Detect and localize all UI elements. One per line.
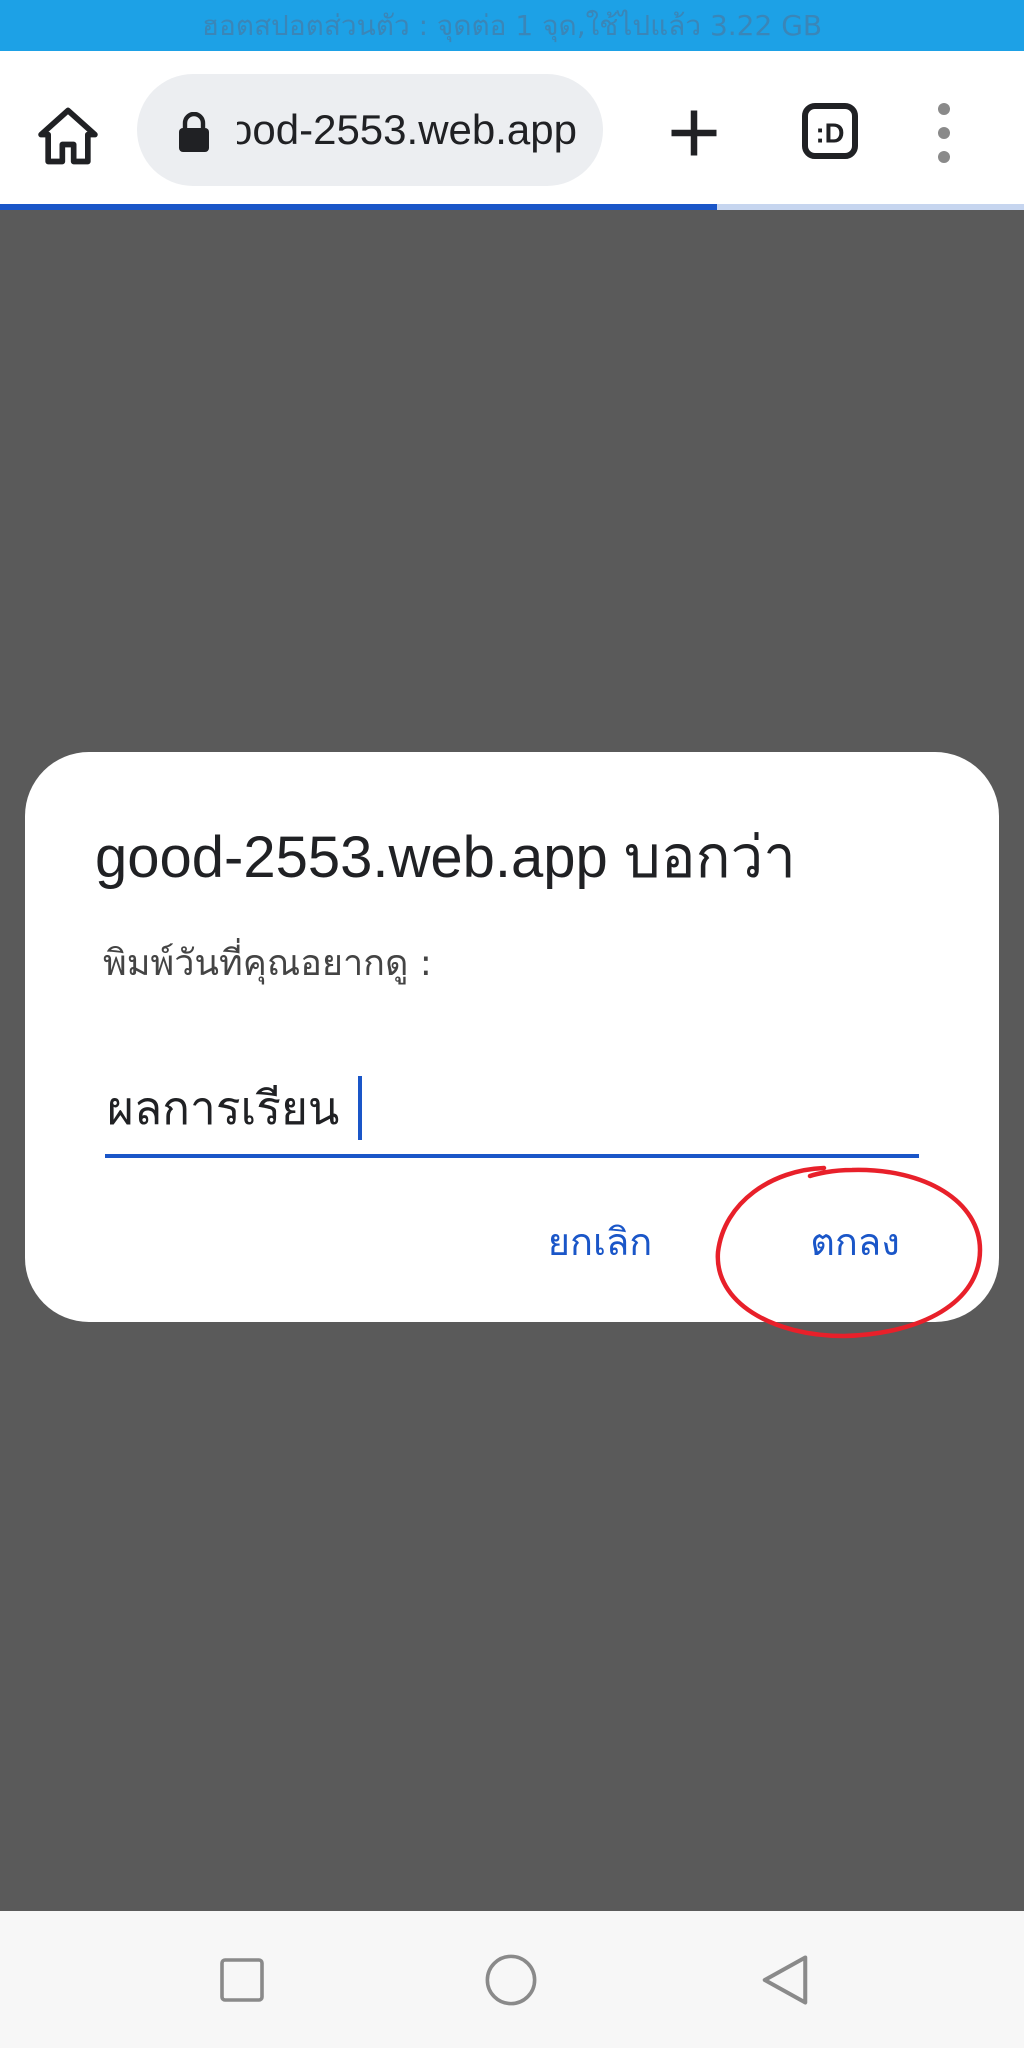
hotspot-status-bar: ฮอตสปอตส่วนตัว : จุดต่อ 1 จุด,ใช้ไปแล้ว …: [0, 0, 1024, 51]
plus-icon[interactable]: [664, 103, 724, 163]
page-load-progress: [0, 204, 1024, 210]
more-vert-icon[interactable]: [924, 101, 964, 165]
browser-toolbar: good-2553.web.app :D: [0, 51, 1024, 210]
page-load-progress-fill: [0, 204, 717, 210]
lock-icon: [179, 112, 209, 152]
back-icon[interactable]: [760, 1953, 810, 2007]
prompt-input[interactable]: [105, 1062, 919, 1158]
cancel-button[interactable]: ยกเลิก: [495, 1202, 705, 1282]
url-text[interactable]: good-2553.web.app: [237, 74, 577, 186]
recent-apps-icon[interactable]: [218, 1956, 266, 2004]
dialog-message: พิมพ์วันที่คุณอยากดู :: [103, 943, 432, 984]
home-circle-icon[interactable]: [484, 1953, 538, 2007]
dialog-title: good-2553.web.app บอกว่า: [95, 825, 796, 890]
tab-switcher-label: :D: [815, 117, 844, 148]
home-icon[interactable]: [34, 102, 102, 170]
text-caret: [358, 1076, 362, 1140]
ok-button[interactable]: ตกลง: [765, 1202, 945, 1282]
system-nav-bar: [0, 1911, 1024, 2048]
tab-switcher-icon[interactable]: :D: [800, 101, 860, 161]
address-bar[interactable]: good-2553.web.app: [137, 74, 603, 186]
prompt-dialog: good-2553.web.app บอกว่า พิมพ์วันที่คุณอ…: [25, 752, 999, 1322]
